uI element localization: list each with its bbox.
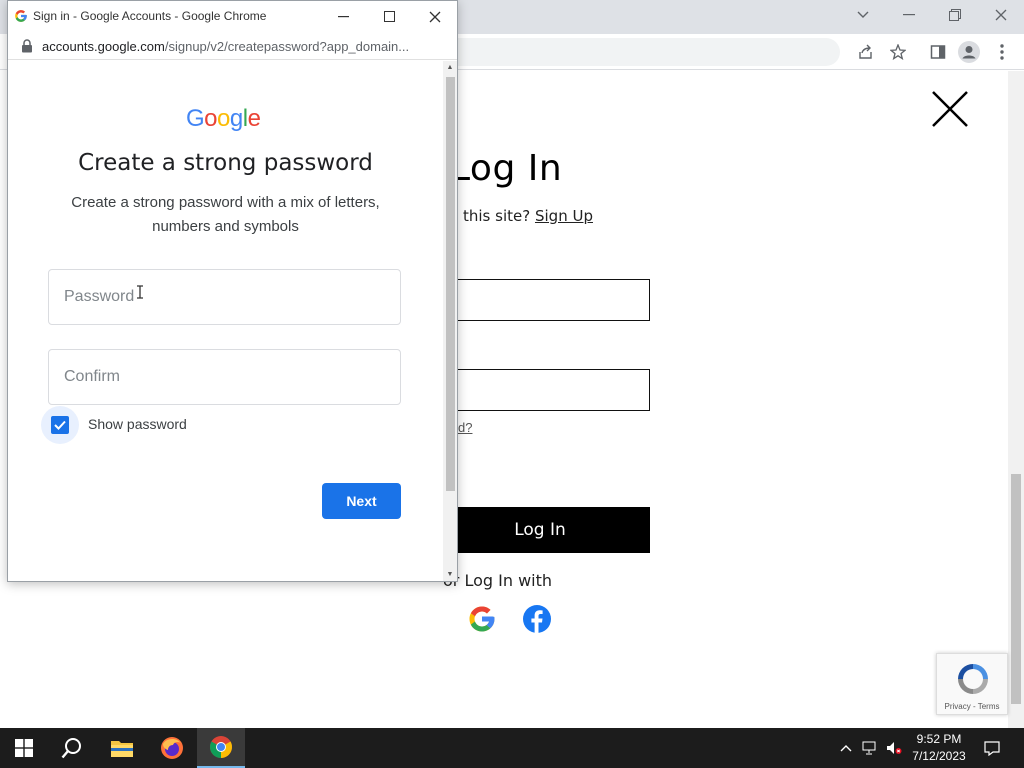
system-clock[interactable]: 9:52 PM 7/12/2023 [902, 731, 976, 765]
show-hidden-icons-icon[interactable] [838, 740, 854, 756]
google-logo: Google [186, 105, 261, 133]
google-logo-letter: g [229, 105, 243, 132]
chrome-icon [210, 736, 232, 758]
close-login-icon[interactable] [930, 89, 970, 129]
google-logo-letter: o [204, 105, 218, 132]
site-signup-prompt: this site? Sign Up [463, 207, 593, 225]
bookmark-star-icon[interactable] [886, 40, 910, 64]
recaptcha-logo-icon [958, 664, 988, 694]
popup-scrollbar-thumb[interactable] [446, 77, 455, 491]
start-button[interactable] [0, 728, 48, 768]
site-signup-prompt-text: this site? [463, 207, 531, 225]
show-password-label[interactable]: Show password [88, 416, 187, 432]
google-signin-popup: Sign in - Google Accounts - Google Chrom… [7, 0, 458, 582]
site-social-login-label: or Log In with [443, 571, 553, 590]
tab-search-icon[interactable] [840, 0, 886, 30]
clock-date: 7/12/2023 [912, 749, 966, 763]
popup-scrollbar[interactable]: ▲ ▼ [443, 61, 457, 581]
popup-minimize-icon[interactable] [320, 1, 366, 32]
chrome-menu-icon[interactable] [990, 40, 1014, 64]
search-button[interactable] [48, 728, 96, 768]
site-email-field[interactable] [430, 279, 650, 321]
password-field-wrapper [48, 269, 401, 325]
google-login-icon[interactable] [467, 604, 497, 634]
google-logo-letter: G [186, 105, 205, 132]
lock-icon [22, 39, 32, 53]
site-login-button[interactable]: Log In [430, 507, 650, 553]
scroll-down-arrow-icon[interactable]: ▼ [445, 571, 455, 578]
password-input[interactable] [49, 270, 400, 324]
facebook-login-icon[interactable] [522, 604, 552, 634]
popup-url-path: /signup/v2/createpassword?app_domain... [164, 39, 410, 54]
profile-avatar-icon[interactable] [957, 40, 981, 64]
close-window-icon[interactable] [978, 0, 1024, 30]
google-favicon-icon [15, 10, 27, 22]
site-signup-link[interactable]: Sign Up [535, 207, 593, 225]
google-logo-letter: e [247, 105, 261, 132]
text-cursor-icon [137, 285, 143, 299]
side-panel-icon[interactable] [926, 40, 950, 64]
search-icon [61, 738, 81, 759]
popup-titlebar[interactable]: Sign in - Google Accounts - Google Chrom… [8, 1, 457, 32]
site-login-title: Log In [450, 148, 563, 189]
firefox-button[interactable] [148, 728, 196, 768]
recaptcha-links[interactable]: Privacy - Terms [937, 702, 1007, 711]
folder-icon [111, 741, 133, 757]
confirm-field-wrapper [48, 349, 401, 405]
popup-close-icon[interactable] [412, 1, 458, 32]
recaptcha-badge[interactable]: Privacy - Terms [936, 653, 1008, 715]
minimize-icon[interactable] [886, 0, 932, 30]
scroll-up-arrow-icon[interactable]: ▲ [445, 64, 455, 71]
windows-logo-icon [15, 739, 33, 757]
chrome-button[interactable] [197, 728, 245, 768]
firefox-icon [161, 737, 183, 759]
windows-taskbar: 9:52 PM 7/12/2023 [0, 728, 1024, 768]
page-heading: Create a strong password [78, 150, 373, 176]
page-scrollbar[interactable] [1008, 71, 1024, 728]
confirm-password-input[interactable] [49, 350, 400, 404]
show-password-checkbox[interactable] [41, 406, 79, 444]
popup-url[interactable]: accounts.google.com/signup/v2/createpass… [42, 39, 409, 54]
file-explorer-button[interactable] [98, 728, 146, 768]
clock-time: 9:52 PM [916, 732, 962, 746]
site-password-field[interactable] [430, 369, 650, 411]
network-icon[interactable] [862, 740, 878, 756]
checkbox-checked-icon[interactable] [51, 416, 69, 434]
site-forgot-password-link[interactable]: d? [458, 420, 472, 435]
popup-window-title: Sign in - Google Accounts - Google Chrom… [33, 9, 267, 23]
google-logo-letter: o [217, 105, 230, 132]
notifications-icon[interactable] [984, 740, 1000, 756]
next-button[interactable]: Next [322, 483, 401, 519]
create-password-page: Google Create a strong password Create a… [8, 61, 443, 581]
page-subtext: Create a strong password with a mix of l… [71, 194, 380, 235]
volume-muted-icon[interactable] [886, 740, 902, 756]
restore-icon[interactable] [932, 0, 978, 30]
popup-maximize-icon[interactable] [366, 1, 412, 32]
popup-address-bar[interactable]: accounts.google.com/signup/v2/createpass… [8, 32, 457, 60]
share-icon[interactable] [854, 40, 878, 64]
page-scrollbar-thumb[interactable] [1011, 474, 1021, 704]
popup-url-host: accounts.google.com [42, 39, 165, 54]
